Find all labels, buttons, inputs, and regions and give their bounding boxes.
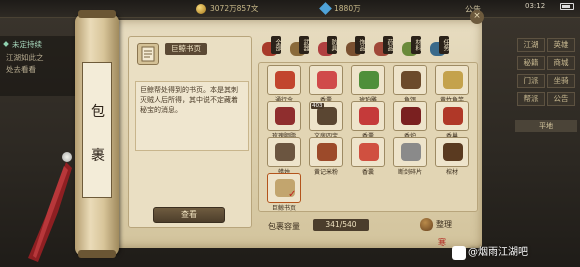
tieba-logo-icon <box>452 246 466 260</box>
item-slot-selected[interactable]: ✓ 巨鲸书页 <box>267 173 301 212</box>
seal-stamp: 寒 <box>438 238 446 247</box>
item-slot[interactable]: 玫瑰胭脂 <box>267 101 301 140</box>
nest-icon <box>443 107 463 125</box>
roller-cap <box>78 10 116 18</box>
item-slot[interactable]: 香囊 <box>309 65 343 104</box>
capacity-label: 包裹容量 <box>268 222 300 231</box>
clock: 03:12 <box>525 2 546 10</box>
quest-title: 未定持续 <box>12 40 42 49</box>
quest-diamond-icon <box>3 41 9 47</box>
tab-material[interactable]: 材料 <box>402 36 421 58</box>
sword-shard-icon <box>401 143 421 161</box>
item-label: 巨鲸书页 <box>271 205 296 212</box>
tab-label: 防具 <box>327 36 337 54</box>
jade-bead-icon <box>62 152 72 162</box>
item-slot[interactable]: 蜡烛 <box>267 137 301 176</box>
item-label: 棺材 <box>445 169 458 176</box>
menu-button[interactable]: 坐骑 <box>547 74 575 88</box>
sachet-icon <box>317 71 337 89</box>
silver-resource: 1880万 <box>319 2 361 15</box>
tab-armor[interactable]: 防具 <box>318 36 337 58</box>
censer-icon <box>401 107 421 125</box>
silver-value: 1880万 <box>334 4 361 13</box>
copper-value: 3072万857文 <box>210 4 259 13</box>
tab-label: 饰品 <box>355 36 365 54</box>
right-menu: 江湖 英雄 秘籍 商城 门派 坐骑 帮派 公告 平地 <box>515 36 577 236</box>
tab-weapon[interactable]: 武器 <box>290 36 309 58</box>
item-label: 断剑碎片 <box>397 169 422 176</box>
menu-button[interactable]: 秘籍 <box>517 56 545 70</box>
item-slot[interactable]: 通行令 <box>267 65 301 104</box>
menu-button[interactable]: 江湖 <box>517 38 545 52</box>
sachet-icon <box>359 143 379 161</box>
tab-label: 全部 <box>271 36 281 54</box>
item-grid: 通行令 香囊 琥珀雕 鱼饵 黄竹鱼竿 玫瑰胭脂 403 文房四宝 香囊 香炉 香… <box>258 62 478 212</box>
title-card: 包 裹 <box>82 62 112 198</box>
amber-icon <box>359 71 379 89</box>
item-label: 香囊 <box>361 169 374 176</box>
menu-button[interactable]: 帮派 <box>517 92 545 106</box>
gem-icon <box>319 2 332 15</box>
tab-medicine[interactable]: 药品 <box>374 36 393 58</box>
roller-cap <box>78 250 116 258</box>
tassel-icon <box>28 162 72 262</box>
token-icon <box>275 71 295 89</box>
watermark: @烟雨江湖吧 <box>452 244 578 262</box>
rouge-icon <box>275 107 295 125</box>
item-slot[interactable]: 香巢 <box>435 101 469 140</box>
sort-button[interactable]: 整理 <box>420 217 464 233</box>
menu-button[interactable]: 英雄 <box>547 38 575 52</box>
item-label: 黄记米粉 <box>313 169 338 176</box>
battery-icon <box>560 3 574 10</box>
copper-resource: 3072万857文 <box>196 3 258 15</box>
close-button[interactable]: × <box>470 10 484 24</box>
item-description: 巨鲸帮处得到的书页。本是其刺灭贼人后所得，其中说不定藏着秘宝的消息。 <box>135 81 249 151</box>
item-slot[interactable]: 黄记米粉 <box>309 137 343 176</box>
bait-icon <box>401 71 421 89</box>
item-name: 巨鲸书页 <box>165 43 207 55</box>
book-page-icon <box>137 43 159 65</box>
tab-label: 药品 <box>383 36 393 54</box>
menu-button[interactable]: 公告 <box>547 92 575 106</box>
title-char: 包 <box>91 104 105 120</box>
tab-all[interactable]: 全部 <box>262 36 281 58</box>
title-char: 裹 <box>91 148 105 164</box>
rice-noodle-icon <box>317 143 337 161</box>
item-slot[interactable]: 403 文房四宝 <box>309 101 343 140</box>
tab-label: 任务 <box>439 36 449 54</box>
stationery-icon <box>317 107 337 125</box>
quest-line: 处去看看 <box>6 65 36 74</box>
candle-icon <box>275 143 295 161</box>
capacity-value: 341/540 <box>313 219 369 231</box>
item-slot[interactable]: 断剑碎片 <box>393 137 427 176</box>
area-label: 平地 <box>515 120 577 132</box>
sachet-icon <box>359 107 379 125</box>
item-slot[interactable]: 香囊 <box>351 101 385 140</box>
item-slot[interactable]: 琥珀雕 <box>351 65 385 104</box>
quest-line: 江湖如此之 <box>6 53 44 62</box>
quest-tracker[interactable]: 未定持续 江湖如此之 处去看看 <box>0 36 82 96</box>
item-slot[interactable]: 香囊 <box>351 137 385 176</box>
menu-button[interactable]: 门派 <box>517 74 545 88</box>
bag-icon <box>420 218 433 231</box>
sort-label: 整理 <box>436 220 452 229</box>
item-slot[interactable]: 棺材 <box>435 137 469 176</box>
tab-task[interactable]: 任务 <box>430 36 449 58</box>
coffin-icon <box>443 143 463 161</box>
view-button[interactable]: 查看 <box>153 207 225 223</box>
item-slot[interactable]: 鱼饵 <box>393 65 427 104</box>
item-slot[interactable]: 香炉 <box>393 101 427 140</box>
tab-accessory[interactable]: 饰品 <box>346 36 365 58</box>
fishing-rod-icon <box>443 71 463 89</box>
checkmark-icon: ✓ <box>288 189 297 200</box>
item-count: 403 <box>311 103 324 109</box>
coin-icon <box>196 4 206 14</box>
tab-label: 武器 <box>299 36 309 54</box>
item-detail-panel: 巨鲸书页 巨鲸帮处得到的书页。本是其刺灭贼人后所得，其中说不定藏着秘宝的消息。 … <box>128 36 252 228</box>
item-slot[interactable]: 黄竹鱼竿 <box>435 65 469 104</box>
tab-label: 材料 <box>411 36 421 54</box>
menu-button[interactable]: 商城 <box>547 56 575 70</box>
watermark-text: @烟雨江湖吧 <box>468 247 528 258</box>
